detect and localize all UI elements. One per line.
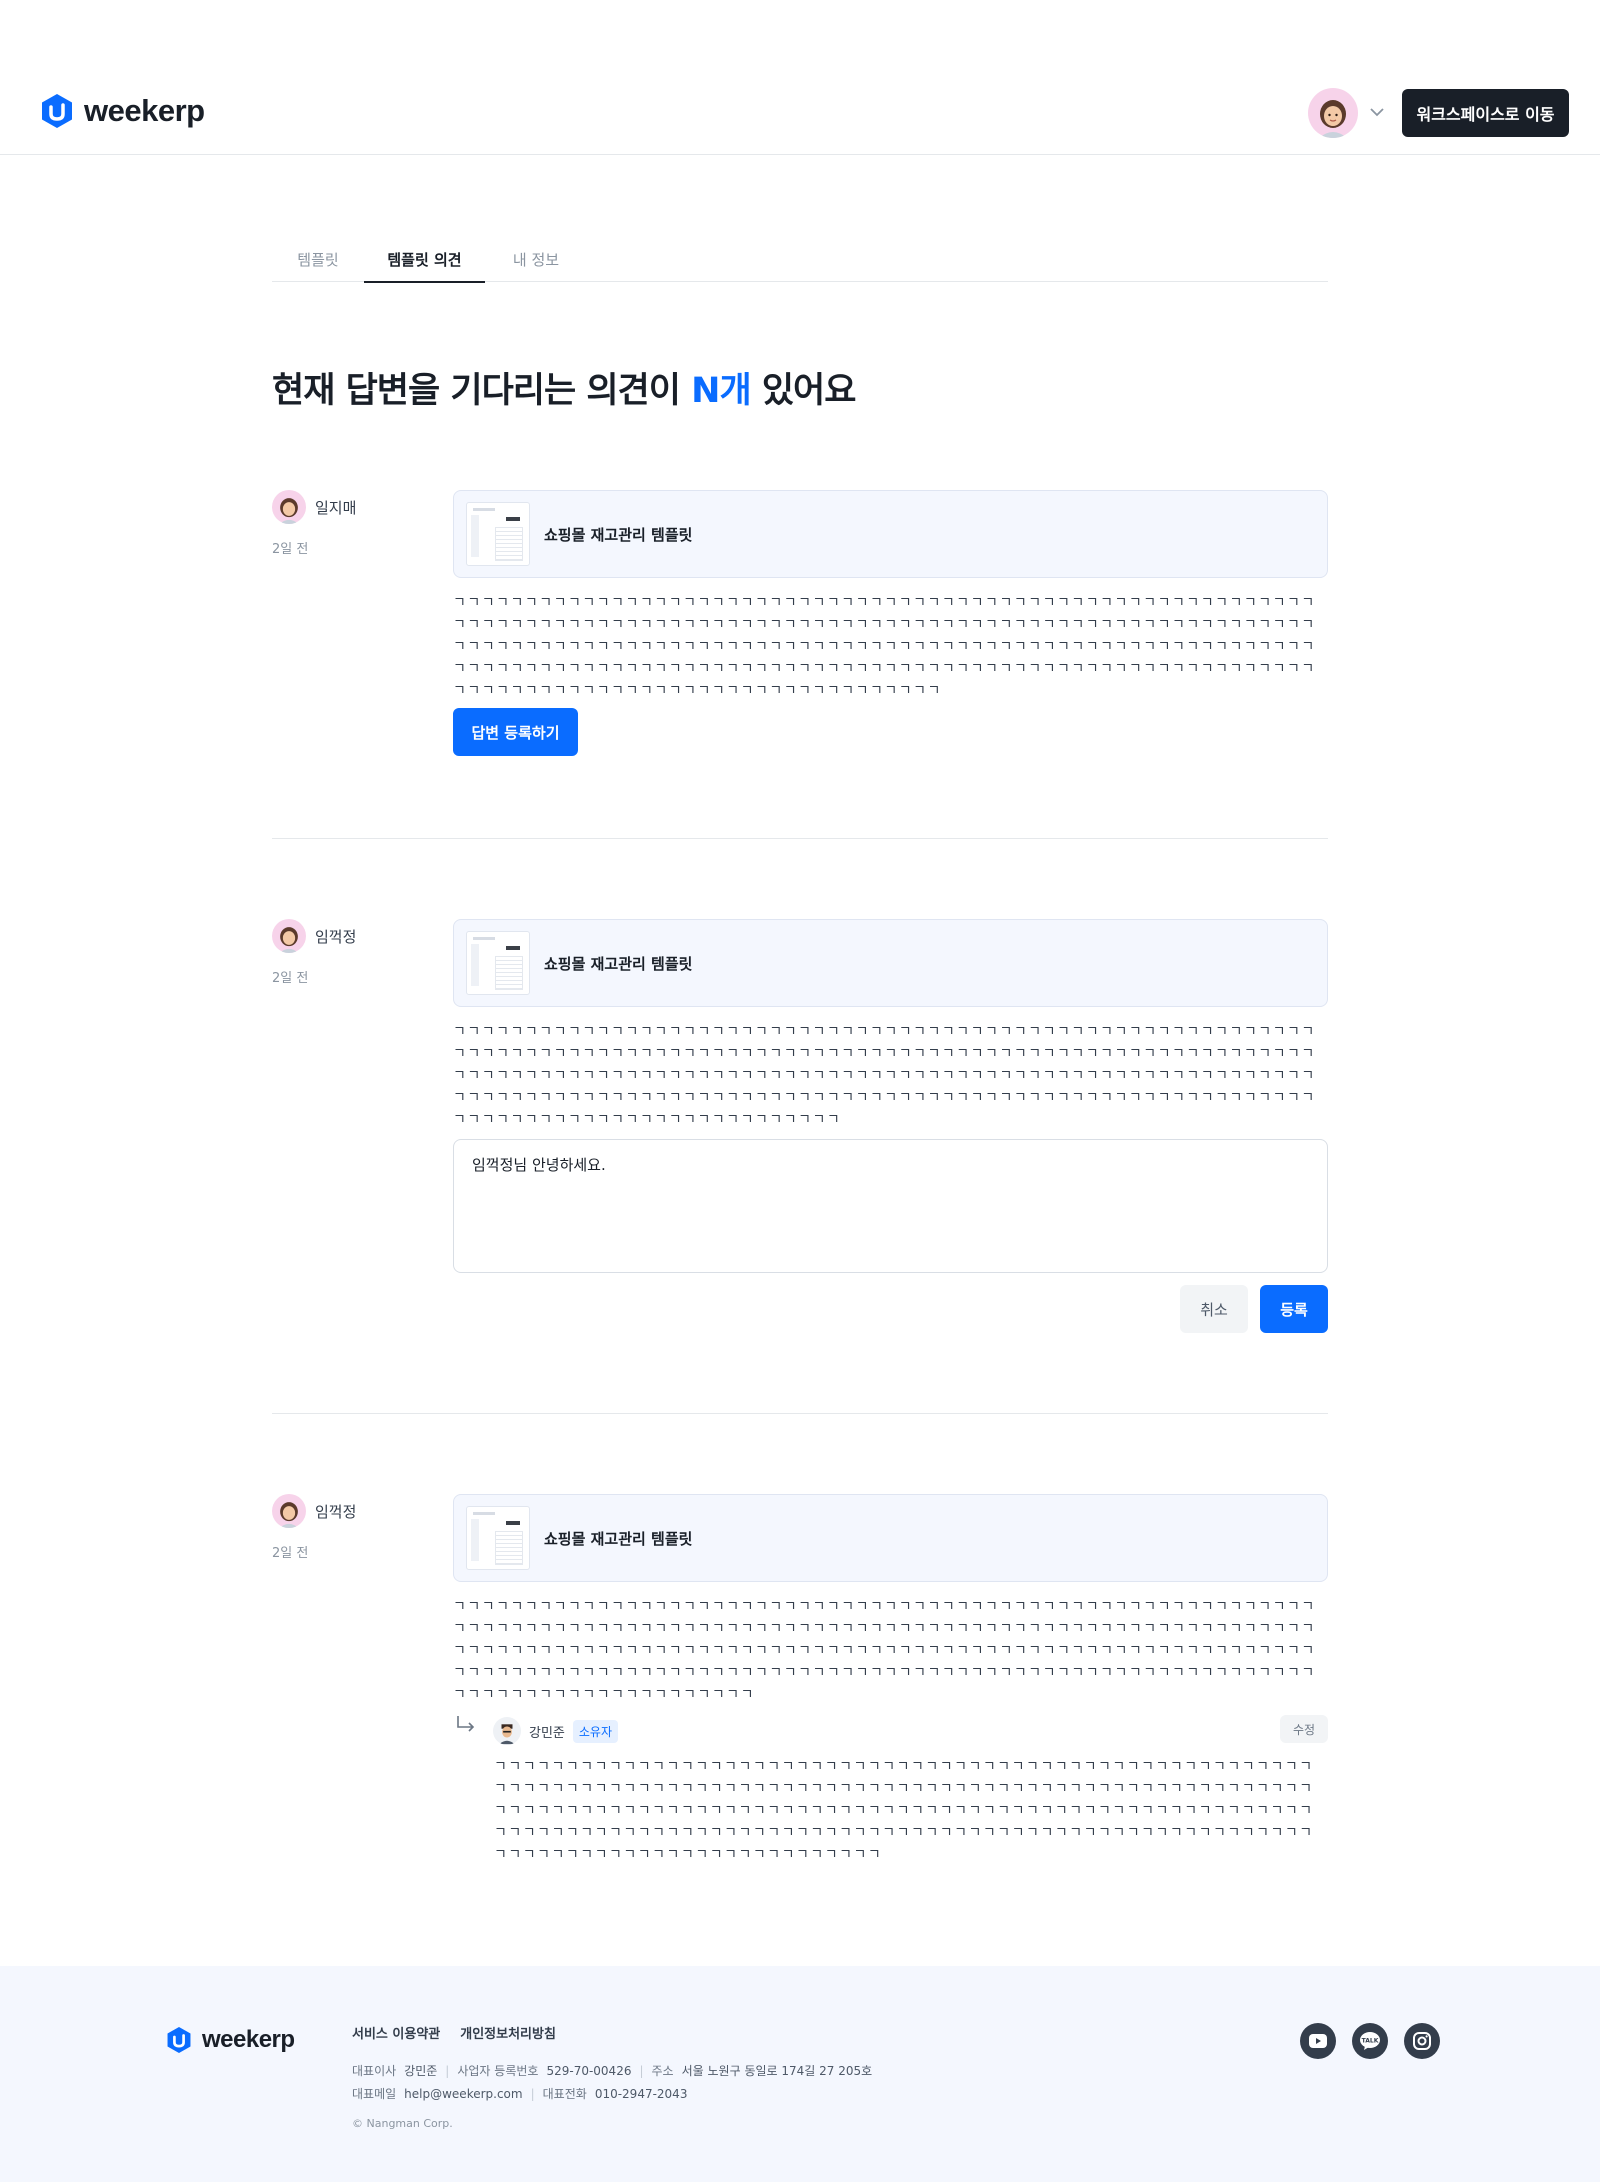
author-avatar-icon (279, 498, 299, 524)
owner-avatar-icon (499, 1724, 515, 1745)
biz-number: 529-70-00426 (546, 2063, 632, 2078)
tab-my-info[interactable]: 내 정보 (485, 242, 587, 282)
owner-name: 강민준 (529, 1725, 565, 1741)
weekerp-logo-icon (167, 2027, 191, 2053)
page-tabs: 템플릿 템플릿 의견 내 정보 (272, 242, 1328, 283)
opinion-author: 임꺽정 (272, 1494, 356, 1528)
weekerp-logo-icon (42, 94, 72, 128)
copyright: © Nangman Corp. (352, 2117, 453, 2130)
owner-avatar (493, 1717, 521, 1745)
owner-badge: 소유자 (572, 1719, 619, 1743)
logo-text: weekerp (202, 2026, 295, 2053)
author-avatar-icon (279, 1502, 299, 1528)
title-suffix: 있어요 (750, 371, 857, 411)
phone-label: 대표전화 (542, 2087, 587, 2101)
page-footer: weekerp 서비스 이용약관 개인정보처리방침 대표이사 강민준 | 사업자… (0, 1966, 1600, 2182)
template-thumbnail (466, 1506, 530, 1570)
kakao-label: TALK (1362, 2038, 1379, 2045)
register-reply-button[interactable]: 답변 등록하기 (453, 708, 578, 756)
opinion-item: 일지매 2일 전 쇼핑몰 재고관리 템플릿 ㄱㄱㄱㄱㄱㄱㄱㄱㄱㄱㄱㄱㄱㄱㄱㄱㄱㄱ… (272, 490, 1328, 760)
tab-templates[interactable]: 템플릿 (272, 242, 364, 282)
header-logo[interactable]: weekerp (40, 93, 205, 129)
tab-template-opinions[interactable]: 템플릿 의견 (364, 242, 485, 283)
author-name: 일지매 (315, 498, 357, 517)
opinion-item: 임꺽정 2일 전 쇼핑몰 재고관리 템플릿 ㄱㄱㄱㄱㄱㄱㄱㄱㄱㄱㄱㄱㄱㄱㄱㄱㄱㄱ… (272, 1494, 1328, 1703)
template-title: 쇼핑몰 재고관리 템플릿 (544, 954, 693, 973)
answer-author: 강민준 소유자 (493, 1717, 619, 1745)
template-title: 쇼핑몰 재고관리 템플릿 (544, 1529, 693, 1548)
opinion-time: 2일 전 (272, 971, 309, 986)
author-name: 임꺽정 (315, 1502, 357, 1521)
page-title: 현재 답변을 기다리는 의견이 N개 있어요 (272, 362, 857, 413)
answer-text: ㄱㄱㄱㄱㄱㄱㄱㄱㄱㄱㄱㄱㄱㄱㄱㄱㄱㄱㄱㄱㄱㄱㄱㄱㄱㄱㄱㄱㄱㄱㄱㄱㄱㄱㄱㄱㄱㄱㄱㄱ… (494, 1759, 1314, 1863)
logo-text: weekerp (84, 93, 205, 128)
user-avatar[interactable] (1308, 88, 1358, 138)
template-thumbnail (466, 931, 530, 995)
footer-logo[interactable]: weekerp (166, 2026, 295, 2054)
section-divider (272, 838, 1328, 839)
instagram-icon[interactable] (1404, 2023, 1440, 2059)
user-avatar-icon (1319, 100, 1347, 138)
top-header: weekerp 워크스페이스로 이동 (0, 0, 1600, 155)
opinion-author: 임꺽정 (272, 919, 356, 953)
phone: 010-2947-2043 (594, 2086, 688, 2101)
youtube-icon[interactable] (1300, 2023, 1336, 2059)
author-avatar (272, 919, 306, 953)
separator: | (445, 2063, 450, 2078)
reply-arrow-icon (457, 1716, 475, 1732)
email-label: 대표메일 (352, 2087, 397, 2101)
address-label: 주소 (651, 2064, 674, 2078)
separator: | (639, 2063, 644, 2078)
kakaotalk-icon[interactable]: TALK (1352, 2023, 1388, 2059)
company-info-line: 대표이사 강민준 | 사업자 등록번호 529-70-00426 | 주소 서울… (352, 2062, 872, 2079)
author-avatar-icon (279, 927, 299, 953)
template-thumbnail (466, 502, 530, 566)
opinion-text: ㄱㄱㄱㄱㄱㄱㄱㄱㄱㄱㄱㄱㄱㄱㄱㄱㄱㄱㄱㄱㄱㄱㄱㄱㄱㄱㄱㄱㄱㄱㄱㄱㄱㄱㄱㄱㄱㄱㄱㄱ… (453, 595, 1316, 699)
go-to-workspace-button[interactable]: 워크스페이스로 이동 (1402, 89, 1569, 137)
opinion-time: 2일 전 (272, 1546, 309, 1561)
edit-answer-button[interactable]: 수정 (1280, 1715, 1328, 1743)
title-prefix: 현재 답변을 기다리는 의견이 (272, 371, 692, 411)
separator: | (530, 2086, 535, 2101)
ceo-label: 대표이사 (352, 2064, 397, 2078)
cancel-button[interactable]: 취소 (1180, 1285, 1248, 1333)
template-card[interactable]: 쇼핑몰 재고관리 템플릿 (453, 1494, 1328, 1582)
pending-count: N개 (691, 371, 751, 411)
biz-label: 사업자 등록번호 (457, 2064, 539, 2078)
chevron-down-icon[interactable] (1368, 103, 1386, 121)
email[interactable]: help@weekerp.com (404, 2087, 522, 2101)
author-avatar (272, 490, 306, 524)
opinion-time: 2일 전 (272, 542, 309, 557)
author-avatar (272, 1494, 306, 1528)
footer-links: 서비스 이용약관 개인정보처리방침 (352, 2023, 556, 2042)
contact-info-line: 대표메일 help@weekerp.com | 대표전화 010-2947-20… (352, 2085, 687, 2102)
section-divider (272, 1413, 1328, 1414)
opinion-author: 일지매 (272, 490, 356, 524)
author-name: 임꺽정 (315, 927, 357, 946)
ceo-name: 강민준 (404, 2064, 438, 2078)
template-title: 쇼핑몰 재고관리 템플릿 (544, 525, 693, 544)
privacy-policy-link[interactable]: 개인정보처리방침 (460, 2023, 556, 2042)
template-card[interactable]: 쇼핑몰 재고관리 템플릿 (453, 490, 1328, 578)
reply-textarea[interactable]: 임꺽정님 안녕하세요. (453, 1139, 1328, 1273)
submit-reply-button[interactable]: 등록 (1260, 1285, 1328, 1333)
template-card[interactable]: 쇼핑몰 재고관리 템플릿 (453, 919, 1328, 1007)
opinion-text: ㄱㄱㄱㄱㄱㄱㄱㄱㄱㄱㄱㄱㄱㄱㄱㄱㄱㄱㄱㄱㄱㄱㄱㄱㄱㄱㄱㄱㄱㄱㄱㄱㄱㄱㄱㄱㄱㄱㄱㄱ… (453, 1024, 1316, 1128)
terms-link[interactable]: 서비스 이용약관 (352, 2023, 440, 2042)
address: 서울 노원구 동일로 174길 27 205호 (681, 2064, 873, 2078)
opinion-text: ㄱㄱㄱㄱㄱㄱㄱㄱㄱㄱㄱㄱㄱㄱㄱㄱㄱㄱㄱㄱㄱㄱㄱㄱㄱㄱㄱㄱㄱㄱㄱㄱㄱㄱㄱㄱㄱㄱㄱㄱ… (453, 1599, 1316, 1703)
